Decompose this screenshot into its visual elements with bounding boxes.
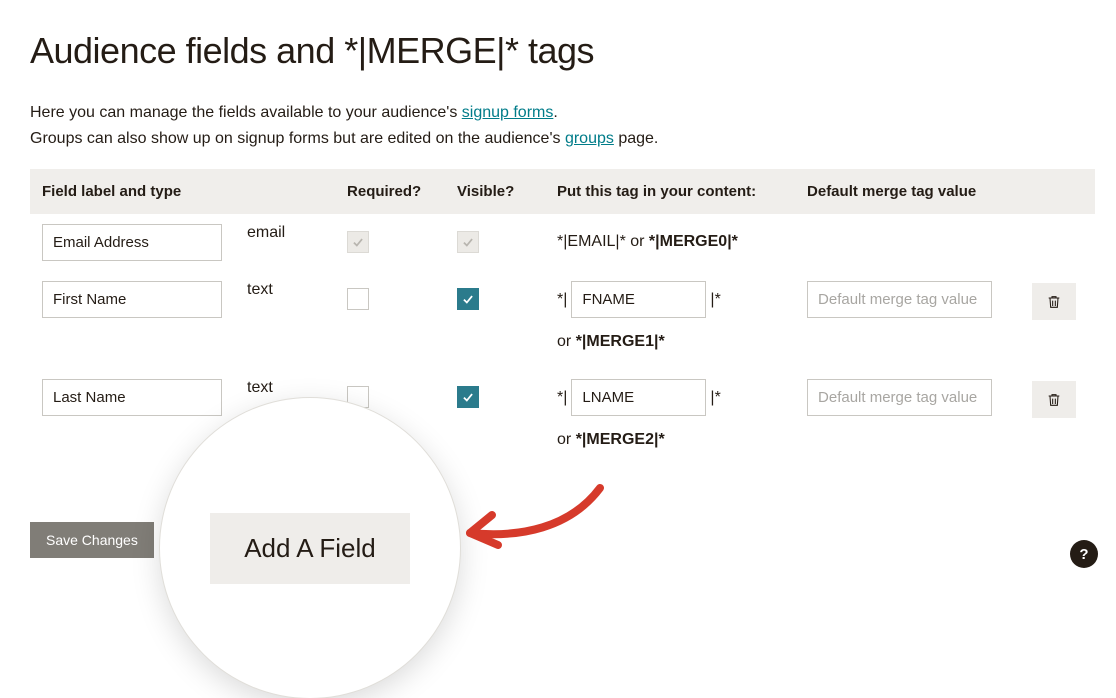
- intro-text-b: .: [553, 104, 557, 121]
- groups-link[interactable]: groups: [565, 130, 614, 147]
- help-button[interactable]: ?: [1070, 540, 1098, 568]
- table-row: text *| |* or *|MERGE1|*: [30, 271, 1095, 369]
- th-required: Required?: [335, 169, 445, 214]
- field-type: text: [235, 271, 335, 369]
- merge-tag-input[interactable]: [571, 379, 706, 416]
- or-text: or: [557, 333, 576, 350]
- visible-checkbox: [457, 231, 479, 253]
- fields-table: Field label and type Required? Visible? …: [30, 169, 1095, 467]
- intro-text-a: Here you can manage the fields available…: [30, 104, 462, 121]
- tag-prefix: *|: [557, 291, 567, 308]
- visible-checkbox[interactable]: [457, 386, 479, 408]
- visible-checkbox[interactable]: [457, 288, 479, 310]
- table-row: text *||* or *|MERGE2|*: [30, 369, 1095, 467]
- merge-tag-bold: *|MERGE2|*: [576, 431, 665, 448]
- page-title: Audience fields and *|MERGE|* tags: [30, 30, 1086, 72]
- zoom-callout: Add A Field: [160, 398, 460, 698]
- callout-arrow-icon: [450, 473, 610, 563]
- merge-tag-bold: *|MERGE0|*: [649, 233, 738, 250]
- delete-button[interactable]: [1032, 283, 1076, 320]
- trash-icon: [1046, 391, 1062, 409]
- field-label-input[interactable]: [42, 224, 222, 261]
- signup-forms-link[interactable]: signup forms: [462, 104, 554, 121]
- tag-suffix: |*: [710, 389, 720, 406]
- merge-tag-input[interactable]: [571, 281, 706, 318]
- save-button[interactable]: Save Changes: [30, 522, 154, 558]
- tag-suffix: |*: [710, 291, 720, 308]
- field-label-input[interactable]: [42, 281, 222, 318]
- or-text: or: [557, 431, 576, 448]
- default-value-input[interactable]: [807, 281, 992, 318]
- intro-text-c: Groups can also show up on signup forms …: [30, 130, 565, 147]
- th-default: Default merge tag value: [795, 169, 1020, 214]
- trash-icon: [1046, 293, 1062, 311]
- delete-button[interactable]: [1032, 381, 1076, 418]
- tag-prefix: *|: [557, 389, 567, 406]
- merge-tag-text: *|EMAIL|* or: [557, 233, 649, 250]
- field-type: email: [235, 214, 335, 271]
- required-checkbox: [347, 231, 369, 253]
- merge-tag-bold: *|MERGE1|*: [576, 333, 665, 350]
- field-label-input[interactable]: [42, 379, 222, 416]
- intro-text: Here you can manage the fields available…: [30, 100, 1086, 151]
- th-tag: Put this tag in your content:: [545, 169, 795, 214]
- required-checkbox[interactable]: [347, 288, 369, 310]
- intro-text-d: page.: [614, 130, 658, 147]
- table-row: email *|EMAIL|* or *|MERGE0|*: [30, 214, 1095, 271]
- th-label: Field label and type: [30, 169, 335, 214]
- default-value-input[interactable]: [807, 379, 992, 416]
- th-visible: Visible?: [445, 169, 545, 214]
- add-field-button[interactable]: Add A Field: [210, 513, 410, 584]
